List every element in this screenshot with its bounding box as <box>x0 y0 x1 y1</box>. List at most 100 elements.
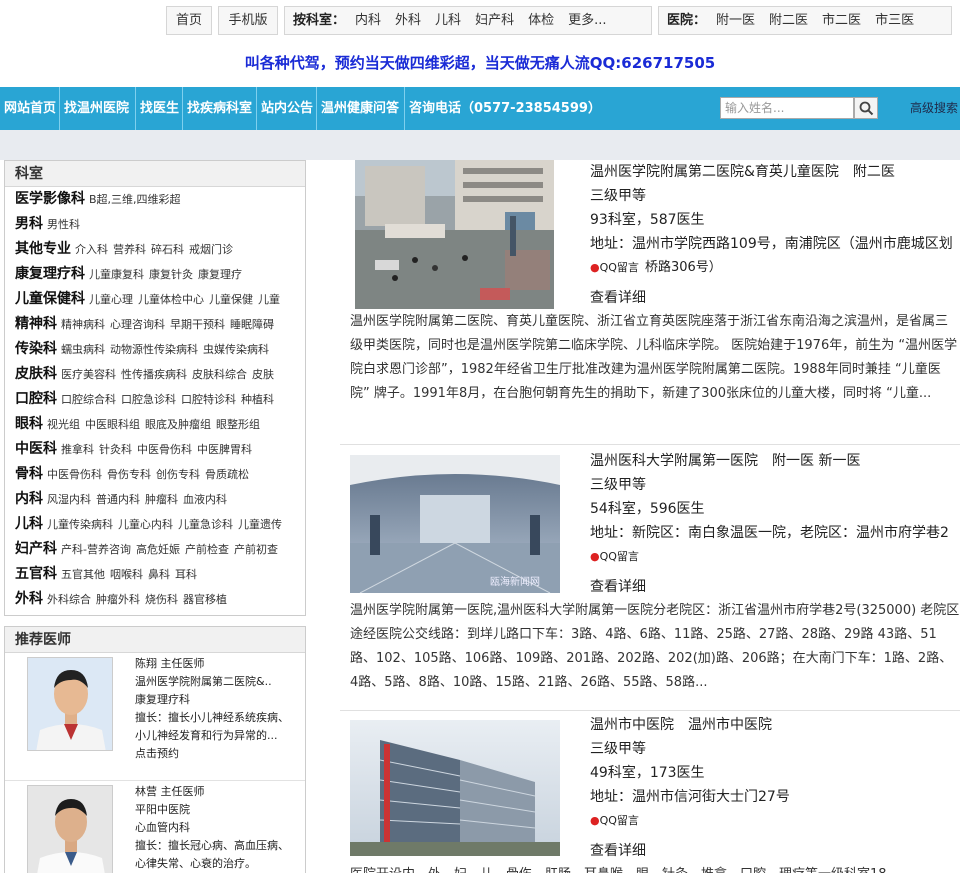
department-name[interactable]: 骨科 <box>15 466 43 482</box>
sub-department-link[interactable]: 儿童体检中心 <box>138 293 204 306</box>
department-name[interactable]: 儿科 <box>15 516 43 532</box>
sub-department-link[interactable]: 风湿内科 <box>47 493 91 506</box>
sub-department-link[interactable]: 心理咨询科 <box>110 318 165 331</box>
sub-department-link[interactable]: 中医眼科组 <box>85 418 140 431</box>
doctor-photo[interactable] <box>27 657 113 751</box>
department-name[interactable]: 其他专业 <box>15 241 71 257</box>
sub-department-link[interactable]: 中医脾胃科 <box>197 443 252 456</box>
sub-department-link[interactable]: 创伤专科 <box>156 468 200 481</box>
sub-department-link[interactable]: 男性科 <box>47 218 80 231</box>
sub-department-link[interactable]: 儿童康复科 <box>89 268 144 281</box>
sub-department-link[interactable]: 推拿科 <box>61 443 94 456</box>
mobile-link[interactable]: 手机版 <box>218 6 278 35</box>
book-appointment-link[interactable]: 点击预约 <box>135 745 303 763</box>
nav-find-doctor[interactable]: 找医生 <box>136 87 183 130</box>
hosp-link[interactable]: 市三医 <box>875 7 914 34</box>
sub-department-link[interactable]: 咽喉科 <box>110 568 143 581</box>
sub-department-link[interactable]: 睡眠障碍 <box>230 318 274 331</box>
hospital-photo[interactable]: 瓯海新闻网 <box>350 455 560 593</box>
sub-department-link[interactable]: 烧伤科 <box>145 593 178 606</box>
sub-department-link[interactable]: 外科综合 <box>47 593 91 606</box>
sub-department-link[interactable]: 蠕虫病科 <box>61 343 105 356</box>
sub-department-link[interactable]: 儿童心理 <box>89 293 133 306</box>
sub-department-link[interactable]: 营养科 <box>113 243 146 256</box>
department-name[interactable]: 男科 <box>15 216 43 232</box>
sub-department-link[interactable]: 虫媒传染病科 <box>203 343 269 356</box>
qq-message-link[interactable]: ●QQ留言 <box>590 809 960 833</box>
doctor-photo[interactable] <box>27 785 113 873</box>
sub-department-link[interactable]: 骨伤专科 <box>107 468 151 481</box>
qq-message-link[interactable]: ●QQ留言 桥路306号） <box>590 256 960 280</box>
advanced-search-link[interactable]: 高级搜索 <box>910 87 958 130</box>
sub-department-link[interactable]: B超,三维,四维彩超 <box>89 193 181 206</box>
search-input[interactable]: 输入姓名... <box>720 97 854 119</box>
doctor-hospital[interactable]: 平阳中医院 <box>135 801 303 819</box>
sub-department-link[interactable]: 种植科 <box>241 393 274 406</box>
hospital-name[interactable]: 温州医学院附属第二医院&育英儿童医院 附二医 <box>590 160 960 184</box>
dept-link[interactable]: 妇产科 <box>475 7 514 34</box>
department-name[interactable]: 口腔科 <box>15 391 57 407</box>
more-link[interactable]: 更多... <box>568 7 606 34</box>
sub-department-link[interactable]: 儿童急诊科 <box>178 518 233 531</box>
hospital-name[interactable]: 温州医科大学附属第一医院 附一医 新一医 <box>590 449 960 473</box>
hospital-name[interactable]: 温州市中医院 温州市中医院 <box>590 713 960 737</box>
sub-department-link[interactable]: 精神病科 <box>61 318 105 331</box>
sub-department-link[interactable]: 康复理疗 <box>198 268 242 281</box>
sub-department-link[interactable]: 针灸科 <box>99 443 132 456</box>
sub-department-link[interactable]: 早期干预科 <box>170 318 225 331</box>
sub-department-link[interactable]: 耳科 <box>175 568 197 581</box>
sub-department-link[interactable]: 产前初查 <box>234 543 278 556</box>
sub-department-link[interactable]: 儿童传染病科 <box>47 518 113 531</box>
hosp-link[interactable]: 市二医 <box>822 7 861 34</box>
sub-department-link[interactable]: 中医骨伤科 <box>137 443 192 456</box>
sub-department-link[interactable]: 五官其他 <box>61 568 105 581</box>
nav-notice[interactable]: 站内公告 <box>257 87 317 130</box>
nav-find-hospital[interactable]: 找温州医院 <box>60 87 136 130</box>
sub-department-link[interactable]: 儿童心内科 <box>118 518 173 531</box>
department-name[interactable]: 精神科 <box>15 316 57 332</box>
dept-link[interactable]: 儿科 <box>435 7 461 34</box>
sub-department-link[interactable]: 戒烟门诊 <box>189 243 233 256</box>
dept-link[interactable]: 体检 <box>528 7 554 34</box>
doctor-name[interactable]: 林营 主任医师 <box>135 783 303 801</box>
department-name[interactable]: 传染科 <box>15 341 57 357</box>
sub-department-link[interactable]: 产前检查 <box>185 543 229 556</box>
sub-department-link[interactable]: 儿童保健 <box>209 293 253 306</box>
sub-department-link[interactable]: 康复针灸 <box>149 268 193 281</box>
sub-department-link[interactable]: 器官移植 <box>183 593 227 606</box>
sub-department-link[interactable]: 鼻科 <box>148 568 170 581</box>
sub-department-link[interactable]: 皮肤 <box>252 368 274 381</box>
department-name[interactable]: 皮肤科 <box>15 366 57 382</box>
view-detail-link[interactable]: 查看详细 <box>590 839 960 863</box>
hosp-link[interactable]: 附二医 <box>769 7 808 34</box>
doctor-name[interactable]: 陈翔 主任医师 <box>135 655 303 673</box>
doctor-hospital[interactable]: 温州医学院附属第二医院&.. <box>135 673 303 691</box>
sub-department-link[interactable]: 普通内科 <box>96 493 140 506</box>
department-name[interactable]: 妇产科 <box>15 541 57 557</box>
sub-department-link[interactable]: 骨质疏松 <box>205 468 249 481</box>
search-button[interactable] <box>854 97 878 119</box>
sub-department-link[interactable]: 中医骨伤科 <box>47 468 102 481</box>
sub-department-link[interactable]: 产科-营养咨询 <box>61 543 131 556</box>
view-detail-link[interactable]: 查看详细 <box>590 286 960 310</box>
sub-department-link[interactable]: 肿瘤外科 <box>96 593 140 606</box>
view-detail-link[interactable]: 查看详细 <box>590 575 960 599</box>
sub-department-link[interactable]: 皮肤科综合 <box>192 368 247 381</box>
sub-department-link[interactable]: 儿童遗传 <box>238 518 282 531</box>
sub-department-link[interactable]: 血液内科 <box>183 493 227 506</box>
sub-department-link[interactable]: 眼整形组 <box>216 418 260 431</box>
sub-department-link[interactable]: 肿瘤科 <box>145 493 178 506</box>
nav-phone[interactable]: 咨询电话（0577-23854599） <box>405 87 601 130</box>
department-name[interactable]: 内科 <box>15 491 43 507</box>
sub-department-link[interactable]: 介入科 <box>75 243 108 256</box>
department-name[interactable]: 康复理疗科 <box>15 266 85 282</box>
department-name[interactable]: 儿童保健科 <box>15 291 85 307</box>
sub-department-link[interactable]: 高危妊娠 <box>136 543 180 556</box>
hospital-photo[interactable] <box>350 720 560 856</box>
sub-department-link[interactable]: 口腔特诊科 <box>181 393 236 406</box>
sub-department-link[interactable]: 医疗美容科 <box>61 368 116 381</box>
sub-department-link[interactable]: 动物源性传染病科 <box>110 343 198 356</box>
department-name[interactable]: 医学影像科 <box>15 191 85 207</box>
sub-department-link[interactable]: 口腔急诊科 <box>121 393 176 406</box>
sub-department-link[interactable]: 性传播疾病科 <box>121 368 187 381</box>
